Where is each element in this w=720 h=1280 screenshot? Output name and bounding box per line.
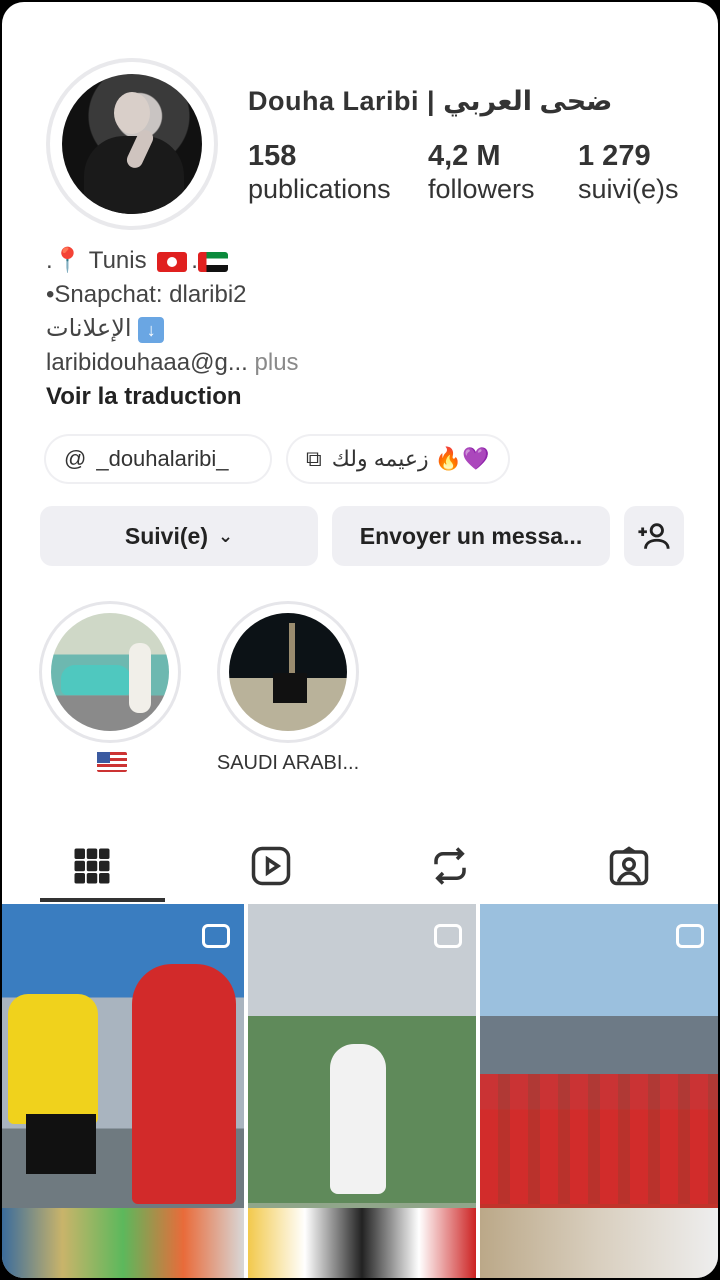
highlight-cover	[229, 613, 347, 731]
profile-stats: 158 publications 4,2 M followers 1 279 s…	[248, 140, 688, 206]
stat-value: 1 279	[578, 140, 651, 172]
us-flag-icon	[97, 752, 127, 772]
uae-flag-icon	[197, 251, 228, 272]
bio-more-link[interactable]: plus	[255, 349, 299, 376]
threads-link-chip[interactable]: @ _douhalaribi_	[46, 436, 270, 482]
suggest-users-button[interactable]	[624, 506, 684, 566]
secondary-link-chip[interactable]: ⧉ زعيمه ولك 🔥💜	[288, 436, 508, 482]
down-arrow-icon: ↓	[138, 316, 165, 343]
threads-icon: @	[64, 446, 87, 471]
stat-label: publications	[248, 174, 391, 204]
message-label: Envoyer un messa...	[359, 522, 583, 549]
secondary-link-text: زعيمه ولك 🔥💜	[331, 446, 490, 471]
bio-location: Tunis	[88, 247, 147, 274]
reels-icon	[251, 846, 290, 886]
stat-value: 4,2 M	[428, 140, 501, 172]
post-thumbnail[interactable]	[248, 904, 476, 1278]
stat-following[interactable]: 1 279 suivi(e)s	[578, 140, 688, 206]
tagged-icon	[609, 846, 648, 886]
tab-reposts[interactable]	[360, 830, 539, 902]
tab-tagged[interactable]	[539, 830, 718, 902]
following-label: Suivi(e)	[124, 522, 208, 549]
reel-indicator-icon	[434, 924, 462, 948]
bio-email-line: laribidouhaaa@g... plus	[46, 346, 299, 380]
person-add-icon	[638, 523, 670, 549]
stat-followers[interactable]: 4,2 M followers	[428, 140, 548, 206]
posts-grid	[2, 904, 718, 1278]
bio-ads: الإعلانات	[46, 315, 132, 342]
tab-posts[interactable]	[2, 830, 181, 902]
post-thumbnail[interactable]	[480, 904, 718, 1278]
profile-username: Douha Laribi | ضحى العربي	[248, 86, 613, 116]
bullet: .	[46, 247, 53, 274]
profile-screen: Douha Laribi | ضحى العربي 158 publicatio…	[2, 2, 718, 1278]
highlight-label: SAUDI ARABI...	[216, 752, 360, 774]
bio-location-line: .📍 Tunis .	[46, 244, 299, 278]
post-thumbnail[interactable]	[2, 904, 244, 1278]
bio-snapchat: •Snapchat: dlaribi2	[46, 281, 247, 308]
bio-email: laribidouhaaa@g...	[46, 349, 248, 376]
see-translation-link[interactable]: Voir la traduction	[46, 380, 299, 414]
location-pin-icon: 📍	[52, 247, 83, 274]
stat-publications[interactable]: 158 publications	[248, 140, 398, 206]
chat-bubbles-icon: ⧉	[306, 446, 322, 471]
reel-indicator-icon	[676, 924, 704, 948]
reel-indicator-icon	[202, 924, 230, 948]
reposts-icon	[433, 847, 466, 885]
stat-label: suivi(e)s	[578, 174, 679, 204]
chevron-down-icon: ⌄	[217, 525, 234, 546]
tunisia-flag-icon	[157, 251, 188, 272]
avatar-image	[62, 74, 202, 214]
following-button[interactable]: Suivi(e) ⌄	[40, 506, 318, 566]
threads-handle: _douhalaribi_	[96, 446, 229, 471]
message-button[interactable]: Envoyer un messa...	[332, 506, 610, 566]
highlight-label	[22, 752, 202, 778]
profile-tabs	[2, 830, 718, 902]
stat-value: 158	[248, 140, 297, 172]
bio-ads-line: الإعلانات ↓	[46, 312, 299, 346]
highlight-cover	[51, 613, 169, 731]
stat-label: followers	[428, 174, 535, 204]
grid-icon	[74, 848, 109, 884]
tab-reels[interactable]	[181, 830, 360, 902]
profile-avatar[interactable]	[50, 62, 214, 226]
profile-bio: .📍 Tunis . •Snapchat: dlaribi2 الإعلانات…	[46, 244, 299, 414]
story-highlight[interactable]: SAUDI ARABI...	[217, 604, 359, 774]
story-highlight[interactable]	[42, 604, 178, 772]
